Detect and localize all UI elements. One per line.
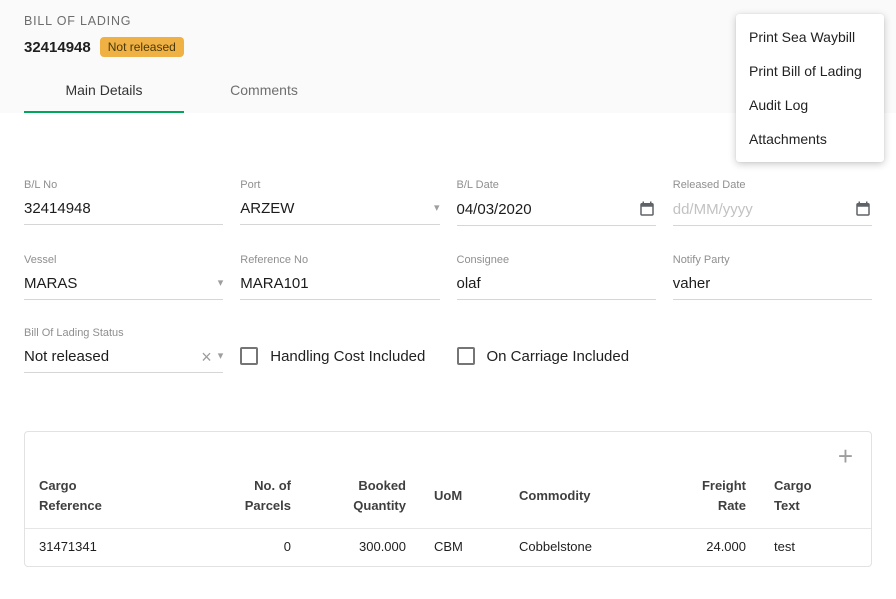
- field-port[interactable]: Port ARZEW ▾: [240, 179, 439, 226]
- spacer: [673, 327, 872, 373]
- calendar-icon[interactable]: [854, 200, 872, 218]
- field-bl-status[interactable]: Bill Of Lading Status Not released × ▾: [24, 327, 223, 373]
- col-no-of-parcels: No. of Parcels: [239, 476, 291, 516]
- cell-freight-rate: 24.000: [665, 529, 760, 567]
- bl-date-label: B/L Date: [457, 179, 656, 191]
- vessel-select[interactable]: MARAS: [24, 275, 212, 292]
- tab-main-details[interactable]: Main Details: [24, 69, 184, 113]
- menu-item-print-sea-waybill[interactable]: Print Sea Waybill: [736, 20, 884, 54]
- on-carriage-label: On Carriage Included: [487, 348, 630, 365]
- col-freight-rate: Freight Rate: [696, 476, 746, 516]
- consignee-input[interactable]: olaf: [457, 275, 656, 292]
- cell-cargo-reference: 31471341: [25, 529, 210, 567]
- main-details-form: B/L No 32414948 Port ARZEW ▾ B/L Date 04…: [0, 179, 896, 373]
- port-select[interactable]: ARZEW: [240, 200, 428, 217]
- bl-no-label: B/L No: [24, 179, 223, 191]
- handling-cost-label: Handling Cost Included: [270, 348, 425, 365]
- port-label: Port: [240, 179, 439, 191]
- status-badge: Not released: [100, 37, 184, 57]
- tab-comments[interactable]: Comments: [184, 69, 344, 113]
- on-carriage-checkbox[interactable]: On Carriage Included: [457, 339, 656, 373]
- field-bl-no[interactable]: B/L No 32414948: [24, 179, 223, 226]
- col-commodity: Commodity: [519, 486, 591, 506]
- released-date-label: Released Date: [673, 179, 872, 191]
- cell-cargo-text: test: [760, 529, 871, 567]
- notify-party-input[interactable]: vaher: [673, 275, 872, 292]
- menu-item-attachments[interactable]: Attachments: [736, 122, 884, 156]
- cell-no-of-parcels: 0: [210, 529, 305, 567]
- notify-party-label: Notify Party: [673, 254, 872, 266]
- field-bl-date[interactable]: B/L Date 04/03/2020: [457, 179, 656, 226]
- chevron-down-icon: ▾: [218, 278, 224, 289]
- bl-status-select[interactable]: Not released: [24, 348, 195, 365]
- released-date-input[interactable]: dd/MM/yyyy: [673, 201, 848, 218]
- table-row[interactable]: 31471341 0 300.000 CBM Cobbelstone 24.00…: [25, 529, 871, 567]
- col-cargo-text: Cargo Text: [774, 476, 818, 516]
- menu-item-print-bill-of-lading[interactable]: Print Bill of Lading: [736, 54, 884, 88]
- cargo-card: + Cargo Reference No. of Parcels Booked …: [24, 431, 872, 567]
- cell-uom: CBM: [420, 529, 505, 567]
- cargo-card-toolbar: +: [25, 432, 871, 470]
- chevron-down-icon: ▾: [434, 203, 440, 214]
- checkbox-unchecked-icon[interactable]: [240, 347, 258, 365]
- col-booked-quantity: Booked Quantity: [344, 476, 406, 516]
- checkbox-unchecked-icon[interactable]: [457, 347, 475, 365]
- field-vessel[interactable]: Vessel MARAS ▾: [24, 254, 223, 300]
- bl-no-input[interactable]: 32414948: [24, 200, 223, 217]
- menu-item-audit-log[interactable]: Audit Log: [736, 88, 884, 122]
- consignee-label: Consignee: [457, 254, 656, 266]
- cell-commodity: Cobbelstone: [505, 529, 665, 567]
- field-notify-party[interactable]: Notify Party vaher: [673, 254, 872, 300]
- handling-cost-checkbox[interactable]: Handling Cost Included: [240, 339, 439, 373]
- document-number: 32414948: [24, 39, 91, 56]
- bl-status-label: Bill Of Lading Status: [24, 327, 223, 339]
- table-header-row: Cargo Reference No. of Parcels Booked Qu…: [25, 470, 871, 529]
- vessel-label: Vessel: [24, 254, 223, 266]
- cell-booked-quantity: 300.000: [305, 529, 420, 567]
- cargo-table: Cargo Reference No. of Parcels Booked Qu…: [25, 470, 871, 566]
- chevron-down-icon: ▾: [218, 351, 224, 362]
- field-reference-no[interactable]: Reference No MARA101: [240, 254, 439, 300]
- col-cargo-reference: Cargo Reference: [39, 476, 114, 516]
- actions-menu: Print Sea Waybill Print Bill of Lading A…: [736, 14, 884, 162]
- calendar-icon[interactable]: [638, 200, 656, 218]
- field-consignee[interactable]: Consignee olaf: [457, 254, 656, 300]
- reference-no-input[interactable]: MARA101: [240, 275, 439, 292]
- add-cargo-button[interactable]: +: [838, 446, 853, 466]
- col-uom: UoM: [434, 486, 462, 506]
- field-released-date[interactable]: Released Date dd/MM/yyyy: [673, 179, 872, 226]
- bl-date-input[interactable]: 04/03/2020: [457, 201, 632, 218]
- clear-icon[interactable]: ×: [201, 350, 212, 364]
- reference-no-label: Reference No: [240, 254, 439, 266]
